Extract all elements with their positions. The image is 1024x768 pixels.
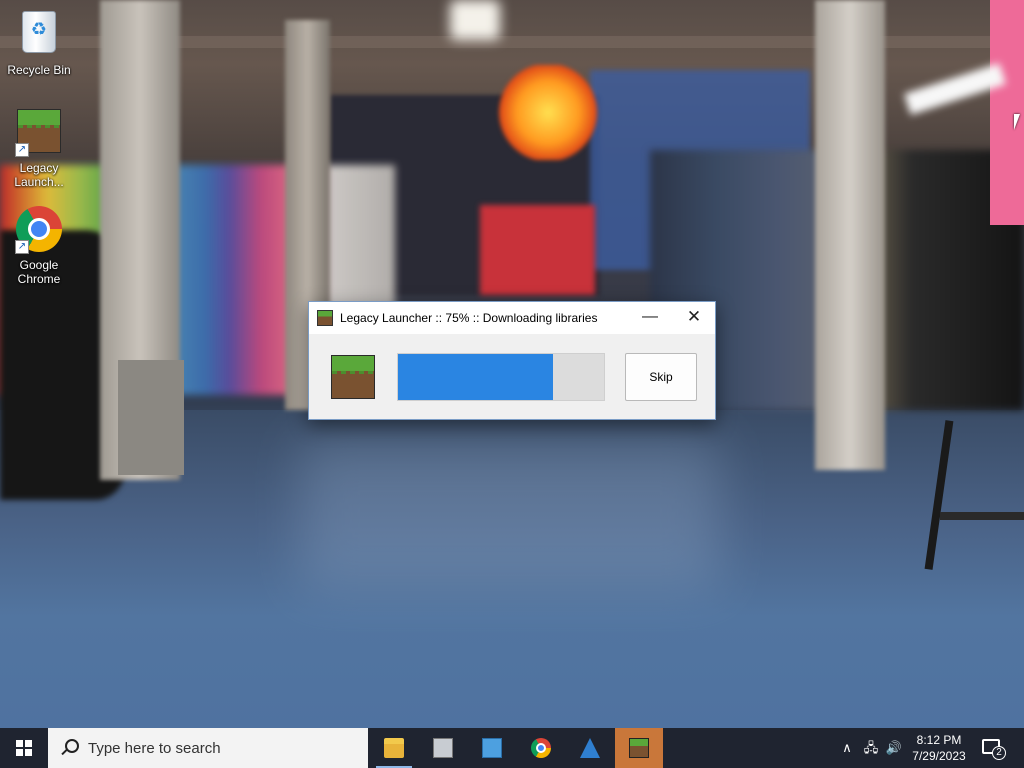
desktop-icon-label: Recycle Bin [7,63,71,77]
taskbar-clock[interactable]: 8:12 PM 7/29/2023 [904,732,974,764]
volume-icon[interactable]: 🔊 [884,728,904,768]
wallpaper-ceiling-light [450,0,500,40]
dialog-titlebar[interactable]: Legacy Launcher :: 75% :: Downloading li… [309,302,715,334]
folder-icon [384,738,404,758]
close-button[interactable]: ✕ [672,302,716,334]
search-icon [60,739,79,757]
wallpaper-rack-bar [940,512,1024,520]
grass-block-icon: ↗ [15,109,63,157]
desktop-icon-label: Legacy Launch... [14,161,64,189]
dialog-title: Legacy Launcher :: 75% :: Downloading li… [340,311,598,325]
launcher-progress-dialog: Legacy Launcher :: 75% :: Downloading li… [308,301,716,420]
start-button[interactable] [0,728,48,768]
monitor-icon [433,738,453,758]
notification-count-badge: 2 [992,746,1006,760]
taskbar-app-file-explorer[interactable] [370,728,418,768]
wallpaper-pillar [815,0,885,470]
clock-time: 8:12 PM [916,733,962,747]
recycle-bin-icon [15,11,63,59]
wallpaper-pillar-base [118,360,184,475]
control-panel-icon [482,738,502,758]
wallpaper-sun-sign [498,65,598,160]
shortcut-arrow-icon: ↗ [15,143,29,157]
taskbar-app-this-pc[interactable] [419,728,467,768]
windows-logo-icon [16,740,32,756]
grass-block-icon [331,355,375,399]
chrome-icon [531,738,551,758]
wallpaper-pink-garment [990,0,1024,225]
dialog-body: Skip [309,334,715,419]
search-placeholder: Type here to search [88,740,221,757]
taskbar-search-box[interactable]: Type here to search [48,728,368,768]
wallpaper-floor-shine [300,440,720,590]
taskbar-app-control-panel[interactable] [468,728,516,768]
taskbar-app-google-chrome[interactable] [517,728,565,768]
action-center-button[interactable]: 2 [982,737,1006,760]
shortcut-arrow-icon: ↗ [15,240,29,254]
skip-button[interactable]: Skip [625,353,697,401]
desktop-icon-legacy-launcher[interactable]: ↗ Legacy Launch... [1,107,77,189]
desktop-icon-recycle-bin[interactable]: Recycle Bin [1,8,77,77]
minimize-button[interactable]: — [628,302,672,334]
grass-block-icon [317,310,333,326]
taskbar-app-legacy-launcher[interactable] [615,728,663,768]
download-progress-fill [398,354,553,400]
desktop-icon-label: Google Chrome [17,258,61,286]
mouse-cursor-icon [1014,114,1020,130]
download-progress-bar [397,353,605,401]
desktop-icon-google-chrome[interactable]: ↗ Google Chrome [1,205,77,286]
taskbar: Type here to search ∧ 🖧 🔊 8:12 PM 7/29/2… [0,728,1024,768]
store-icon [580,738,600,758]
grass-block-icon [629,738,649,758]
tray-overflow-chevron-icon[interactable]: ∧ [838,728,856,768]
wallpaper-red-display [480,205,595,295]
taskbar-app-store[interactable] [566,728,614,768]
clock-date: 7/29/2023 [912,749,966,763]
chrome-icon: ↗ [15,206,63,254]
network-icon[interactable]: 🖧 [860,728,882,768]
